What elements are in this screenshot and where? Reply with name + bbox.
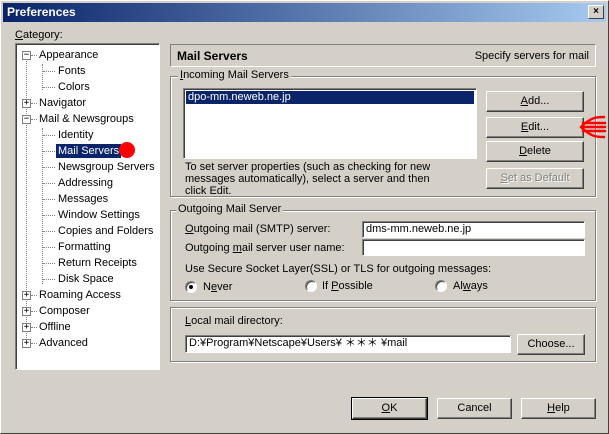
- close-window-button[interactable]: ×: [588, 5, 604, 19]
- tree-item-copies-and-folders[interactable]: Copies and Folders: [56, 224, 155, 238]
- ssl-if-possible-label[interactable]: If Possible: [322, 280, 373, 292]
- ssl-always-radio[interactable]: [435, 280, 447, 292]
- tree-item-mail-servers[interactable]: Mail Servers: [56, 144, 122, 158]
- ssl-if-possible-radio[interactable]: [305, 280, 317, 292]
- smtp-user-label: Outgoing mail server user name:: [185, 242, 345, 254]
- incoming-servers-legend: Incoming Mail Servers: [178, 69, 291, 81]
- ssl-never-label[interactable]: Never: [203, 281, 232, 293]
- incoming-note: To set server properties (such as checki…: [185, 161, 431, 197]
- tree-item-fonts[interactable]: Fonts: [56, 64, 88, 78]
- annotation-arrow: [579, 115, 607, 139]
- panel-title: Mail Servers: [177, 49, 248, 63]
- expand-icon[interactable]: +: [22, 307, 31, 316]
- tree-item-disk-space[interactable]: Disk Space: [56, 272, 116, 286]
- tree-item-navigator[interactable]: Navigator: [37, 96, 88, 110]
- radio-dot-icon: [189, 285, 193, 289]
- tree-item-advanced[interactable]: Advanced: [37, 336, 90, 350]
- tree-item-appearance[interactable]: Appearance: [37, 48, 100, 62]
- panel-subtitle: Specify servers for mail: [474, 50, 589, 62]
- tree-item-messages[interactable]: Messages: [56, 192, 110, 206]
- help-button[interactable]: Help: [521, 398, 596, 419]
- annotation-dot-shape: [119, 142, 135, 158]
- choose-directory-button[interactable]: Choose...: [517, 334, 585, 355]
- smtp-user-input[interactable]: [362, 239, 585, 256]
- local-directory-input[interactable]: D:¥Program¥Netscape¥Users¥ ＊＊＊ ¥mail: [185, 335, 511, 353]
- tree-item-window-settings[interactable]: Window Settings: [56, 208, 142, 222]
- title-bar: Preferences ×: [3, 3, 606, 22]
- expand-icon[interactable]: +: [22, 323, 31, 332]
- tree-item-roaming-access[interactable]: Roaming Access: [37, 288, 123, 302]
- cancel-button[interactable]: Cancel: [437, 398, 512, 419]
- smtp-server-label: Outgoing mail (SMTP) server:: [185, 223, 331, 235]
- set-default-button[interactable]: Set as Default: [486, 168, 584, 189]
- annotation-arrow-shape: [579, 115, 607, 139]
- preferences-dialog: Preferences × Category: − Appearance Fonts…: [0, 0, 609, 434]
- tree-item-formatting[interactable]: Formatting: [56, 240, 113, 254]
- ssl-always-label[interactable]: Always: [453, 280, 488, 292]
- expand-icon[interactable]: +: [22, 99, 31, 108]
- edit-server-button[interactable]: Edit...: [486, 117, 584, 138]
- collapse-icon[interactable]: −: [22, 115, 31, 124]
- ssl-never-radio[interactable]: [185, 281, 197, 293]
- tree-item-composer[interactable]: Composer: [37, 304, 92, 318]
- category-tree[interactable]: − Appearance Fonts Colors + Navigator − Mail & …: [15, 43, 160, 370]
- server-list-item[interactable]: dpo-mm.neweb.ne.jp: [186, 91, 474, 104]
- expand-icon[interactable]: +: [22, 339, 31, 348]
- tree-item-mail-newsgroups[interactable]: Mail & Newsgroups: [37, 112, 136, 126]
- expand-icon[interactable]: +: [22, 291, 31, 300]
- tree-item-offline[interactable]: Offline: [37, 320, 73, 334]
- add-server-button[interactable]: Add...: [486, 91, 584, 112]
- annotation-red-dot: [119, 142, 135, 158]
- tree-item-return-receipts[interactable]: Return Receipts: [56, 256, 139, 270]
- tree-item-colors[interactable]: Colors: [56, 80, 92, 94]
- ok-button[interactable]: OK: [351, 397, 428, 420]
- delete-server-button[interactable]: Delete: [486, 141, 584, 162]
- panel-header: Mail Servers Specify servers for mail: [170, 44, 596, 67]
- window-title: Preferences: [7, 5, 76, 19]
- tree-item-identity[interactable]: Identity: [56, 128, 95, 142]
- close-icon: ×: [593, 6, 599, 17]
- ssl-label: Use Secure Socket Layer(SSL) or TLS for …: [185, 263, 492, 275]
- incoming-servers-list[interactable]: dpo-mm.neweb.ne.jp: [183, 88, 477, 159]
- outgoing-server-legend: Outgoing Mail Server: [176, 203, 284, 215]
- smtp-server-input[interactable]: dms-mm.neweb.ne.jp: [362, 221, 585, 238]
- tree-item-addressing[interactable]: Addressing: [56, 176, 115, 190]
- collapse-icon[interactable]: −: [22, 51, 31, 60]
- tree-item-newsgroup-servers[interactable]: Newsgroup Servers: [56, 160, 157, 174]
- local-directory-label: Local mail directory:: [185, 315, 283, 327]
- category-label: Category:: [15, 29, 63, 41]
